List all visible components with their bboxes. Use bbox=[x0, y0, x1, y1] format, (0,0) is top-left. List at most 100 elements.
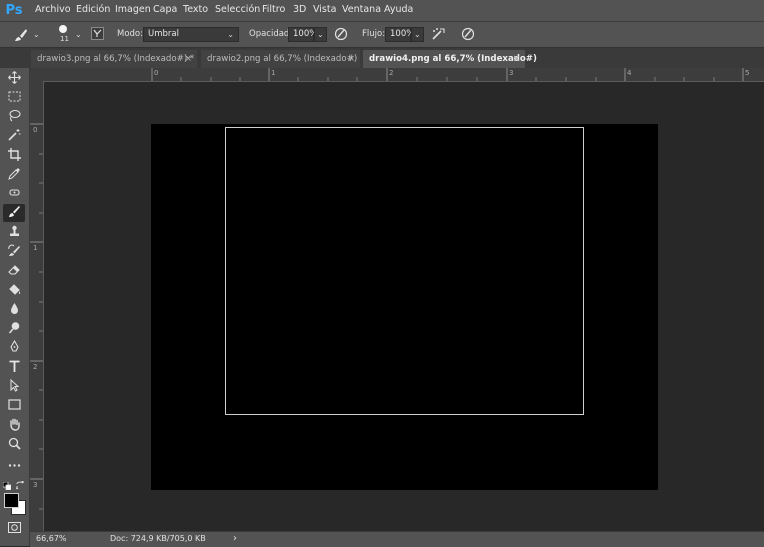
brush-panel-icon[interactable] bbox=[91, 27, 104, 40]
brush-preview-icon[interactable] bbox=[59, 25, 67, 33]
tab-close-icon[interactable]: × bbox=[185, 50, 192, 68]
mode-chevron-icon: ⌄ bbox=[227, 30, 234, 39]
h-ruler-label: 2 bbox=[389, 69, 394, 77]
tab-label: drawio2.png al 66,7% (Indexado#) bbox=[207, 54, 358, 64]
mode-select[interactable]: Umbral ⌄ bbox=[143, 27, 239, 42]
brush-size-label: 11 bbox=[60, 35, 69, 43]
tab-label: drawio4.png al 66,7% (Indexado#) bbox=[369, 54, 537, 64]
pen-tool[interactable] bbox=[3, 339, 25, 357]
hand-tool[interactable] bbox=[3, 417, 25, 435]
v-ruler-label: 1 bbox=[33, 244, 38, 252]
tools-panel bbox=[0, 68, 30, 546]
brush-tool-icon[interactable] bbox=[14, 28, 28, 45]
h-ruler-label: 0 bbox=[154, 69, 159, 77]
menu-ayuda[interactable]: Ayuda bbox=[384, 4, 413, 15]
airbrush-icon[interactable] bbox=[431, 27, 446, 44]
opacity-chevron-icon: ⌄ bbox=[317, 30, 324, 39]
rectangle-icon bbox=[7, 399, 21, 413]
magic-wand-tool[interactable] bbox=[3, 127, 25, 145]
default-colors-icon[interactable] bbox=[2, 481, 12, 493]
blur-tool[interactable] bbox=[3, 301, 25, 319]
h-ruler-label: 1 bbox=[271, 69, 276, 77]
paint-bucket-tool[interactable] bbox=[3, 282, 25, 300]
v-ruler-label: 0 bbox=[33, 126, 38, 134]
opacity-input[interactable]: 100% bbox=[288, 27, 317, 42]
zoom-level[interactable]: 66,67% bbox=[36, 534, 67, 543]
tab-label: drawio3.png al 66,7% (Indexado#) * bbox=[37, 54, 195, 64]
arrow-cursor-icon bbox=[8, 378, 21, 395]
menu-vista[interactable]: Vista bbox=[313, 4, 336, 15]
menu-capa[interactable]: Capa bbox=[153, 4, 177, 15]
eyedropper-tool[interactable] bbox=[3, 166, 25, 184]
v-ruler-label: 2 bbox=[33, 363, 38, 371]
document-tabs: drawio3.png al 66,7% (Indexado#) * × dra… bbox=[0, 48, 764, 68]
brush-tool[interactable] bbox=[3, 204, 25, 222]
clone-stamp-tool[interactable] bbox=[3, 224, 25, 242]
magic-wand-icon bbox=[7, 128, 21, 144]
mode-label: Modo: bbox=[117, 29, 143, 39]
menu-archivo[interactable]: Archivo bbox=[35, 4, 71, 15]
dodge-tool[interactable] bbox=[3, 320, 25, 338]
menu-edicion[interactable]: Edición bbox=[76, 4, 110, 15]
type-tool[interactable] bbox=[3, 359, 25, 377]
flow-dropdown[interactable]: ⌄ bbox=[411, 27, 424, 42]
healing-brush-tool[interactable] bbox=[3, 185, 25, 203]
vertical-ruler[interactable]: 0 1 2 3 bbox=[30, 81, 44, 531]
hand-icon bbox=[8, 418, 21, 434]
v-ruler-label: 3 bbox=[33, 481, 38, 489]
quick-mask-icon[interactable] bbox=[8, 522, 21, 536]
move-tool[interactable] bbox=[3, 70, 25, 88]
stamp-icon bbox=[8, 225, 21, 241]
horizontal-ruler-ticks bbox=[151, 68, 744, 81]
tab-drawio4[interactable]: drawio4.png al 66,7% (Indexado#) × bbox=[363, 50, 537, 68]
marquee-icon bbox=[8, 91, 21, 105]
tab-close-icon[interactable]: × bbox=[513, 50, 520, 68]
paint-bucket-icon bbox=[8, 283, 21, 299]
swap-colors-icon[interactable] bbox=[15, 480, 25, 493]
status-menu-arrow-icon[interactable]: › bbox=[233, 533, 237, 544]
doc-size: Doc: 724,9 KB/705,0 KB bbox=[110, 534, 206, 543]
history-brush-icon bbox=[7, 244, 21, 260]
tab-drawio2[interactable]: drawio2.png al 66,7% (Indexado#) × bbox=[201, 50, 360, 68]
history-brush-tool[interactable] bbox=[3, 243, 25, 261]
canvas-rectangle-outline bbox=[225, 127, 584, 415]
horizontal-ruler[interactable]: 0 1 2 3 4 5 bbox=[30, 68, 764, 82]
menu-3d[interactable]: 3D bbox=[293, 4, 306, 15]
menu-imagen[interactable]: Imagen bbox=[115, 4, 151, 15]
foreground-color-swatch[interactable] bbox=[4, 493, 19, 508]
ellipsis-icon bbox=[8, 461, 21, 471]
bandage-icon bbox=[8, 186, 21, 202]
eyedropper-icon bbox=[7, 167, 21, 183]
options-bar: ⌄ 11 ⌄ Modo: Umbral ⌄ Opacidad: 100% ⌄ F… bbox=[0, 22, 764, 48]
rectangle-tool[interactable] bbox=[3, 397, 25, 415]
mode-value: Umbral bbox=[148, 29, 179, 39]
pressure-size-icon[interactable] bbox=[461, 27, 475, 44]
status-bar: 66,67% Doc: 724,9 KB/705,0 KB › bbox=[30, 531, 764, 547]
flow-input[interactable]: 100% bbox=[385, 27, 414, 42]
eraser-tool[interactable] bbox=[3, 262, 25, 280]
crop-tool[interactable] bbox=[3, 147, 25, 165]
brush-picker-chevron-icon[interactable]: ⌄ bbox=[75, 30, 82, 39]
opacity-dropdown[interactable]: ⌄ bbox=[314, 27, 327, 42]
marquee-tool[interactable] bbox=[3, 89, 25, 107]
h-ruler-label: 5 bbox=[745, 69, 750, 77]
menu-texto[interactable]: Texto bbox=[183, 4, 208, 15]
menu-seleccion[interactable]: Selección bbox=[215, 4, 260, 15]
opacity-label: Opacidad: bbox=[249, 29, 293, 39]
zoom-tool[interactable] bbox=[3, 436, 25, 454]
menu-filtro[interactable]: Filtro bbox=[262, 4, 285, 15]
menu-ventana[interactable]: Ventana bbox=[342, 4, 381, 15]
zoom-icon bbox=[8, 437, 21, 453]
tab-close-icon[interactable]: × bbox=[348, 50, 355, 68]
eraser-icon bbox=[7, 263, 21, 279]
h-ruler-label: 3 bbox=[509, 69, 514, 77]
more-tools[interactable] bbox=[3, 457, 25, 475]
vertical-ruler-ticks bbox=[30, 123, 43, 510]
tab-drawio3[interactable]: drawio3.png al 66,7% (Indexado#) * × bbox=[31, 50, 197, 68]
path-selection-tool[interactable] bbox=[3, 378, 25, 396]
tool-preset-chevron-icon[interactable]: ⌄ bbox=[33, 30, 40, 39]
menu-bar: Ps Archivo Edición Imagen Capa Texto Sel… bbox=[0, 0, 764, 22]
lasso-tool[interactable] bbox=[3, 108, 25, 126]
pressure-opacity-icon[interactable] bbox=[334, 27, 348, 44]
flow-label: Flujo: bbox=[362, 29, 386, 39]
